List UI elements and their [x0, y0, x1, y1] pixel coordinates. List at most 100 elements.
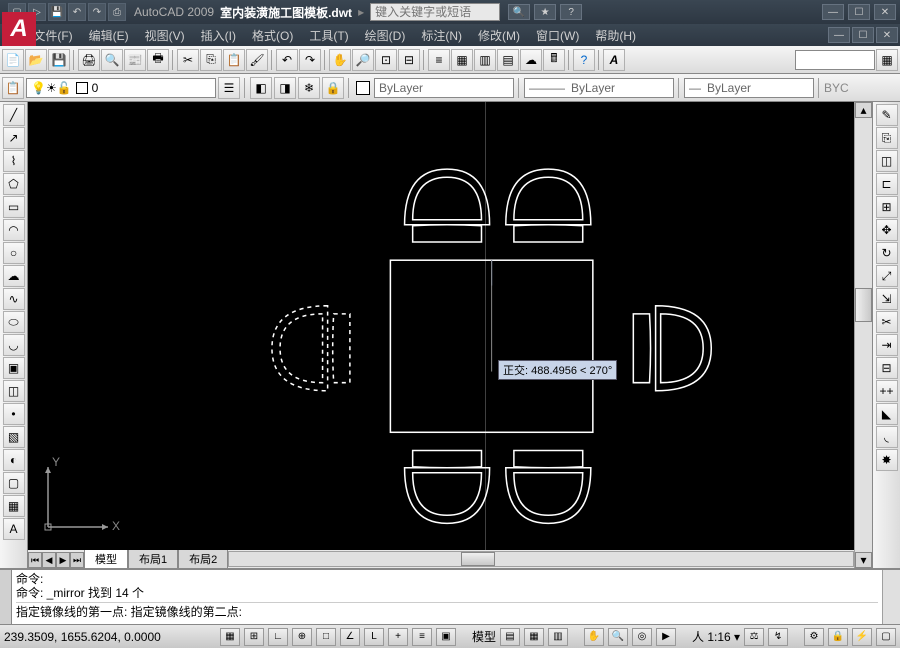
style-combo[interactable] — [795, 50, 875, 70]
h-scroll-thumb[interactable] — [461, 552, 495, 566]
point-icon[interactable]: • — [3, 403, 25, 425]
extend-icon[interactable]: ⇥ — [876, 334, 898, 356]
tb-tool-pal-icon[interactable]: ▥ — [474, 49, 496, 71]
infocenter-icon[interactable]: ★ — [534, 4, 556, 20]
tb-text-style-icon[interactable]: A — [603, 49, 625, 71]
tb-zoom-rt-icon[interactable]: 🔎 — [352, 49, 374, 71]
tb-open-icon[interactable]: 📂 — [25, 49, 47, 71]
menu-edit[interactable]: 编辑(E) — [81, 25, 137, 46]
join-icon[interactable]: ++ — [876, 380, 898, 402]
cmd-grip[interactable] — [0, 570, 12, 624]
layer-mgr-icon[interactable]: 📋 — [2, 77, 24, 99]
model-layout-icon[interactable]: ▤ — [500, 628, 520, 646]
array-icon[interactable]: ⊞ — [876, 196, 898, 218]
menu-insert[interactable]: 插入(I) — [193, 25, 244, 46]
anno-auto-icon[interactable]: ↯ — [768, 628, 788, 646]
v-scroll-thumb[interactable] — [855, 288, 872, 322]
color-combo[interactable]: ByLayer — [374, 78, 514, 98]
line-icon[interactable]: ╱ — [3, 104, 25, 126]
erase-icon[interactable]: ✎ — [876, 104, 898, 126]
maximize-icon[interactable]: ☐ — [848, 4, 870, 20]
tb-save-icon[interactable]: 💾 — [48, 49, 70, 71]
offset-icon[interactable]: ⊏ — [876, 173, 898, 195]
model-space-label[interactable]: 模型 — [472, 628, 496, 645]
clean-screen-icon[interactable]: ▢ — [876, 628, 896, 646]
revcloud-icon[interactable]: ☁ — [3, 265, 25, 287]
explode-icon[interactable]: ✸ — [876, 449, 898, 471]
menu-modify[interactable]: 修改(M) — [470, 25, 528, 46]
tb-table-style-icon[interactable]: ▦ — [876, 49, 898, 71]
snap-toggle[interactable]: ▦ — [220, 628, 240, 646]
scroll-down-icon[interactable]: ▾ — [855, 552, 872, 568]
hatch-icon[interactable]: ▧ — [3, 426, 25, 448]
layer-frz-icon[interactable]: ❄ — [298, 77, 320, 99]
menu-dim[interactable]: 标注(N) — [413, 25, 470, 46]
rect-icon[interactable]: ▭ — [3, 196, 25, 218]
qp-toggle[interactable]: ▣ — [436, 628, 456, 646]
tab-last-icon[interactable]: ⏭ — [70, 552, 84, 568]
menu-window[interactable]: 窗口(W) — [528, 25, 587, 46]
minimize-icon[interactable]: — — [822, 4, 844, 20]
tb-new-icon[interactable]: 📄 — [2, 49, 24, 71]
mtext-icon[interactable]: A — [3, 518, 25, 540]
fillet-icon[interactable]: ◟ — [876, 426, 898, 448]
close-icon[interactable]: ✕ — [874, 4, 896, 20]
block-icon[interactable]: ◫ — [3, 380, 25, 402]
wheel-icon[interactable]: ◎ — [632, 628, 652, 646]
linetype-combo[interactable]: ———ByLayer — [524, 78, 674, 98]
xline-icon[interactable]: ↗ — [3, 127, 25, 149]
stretch-icon[interactable]: ⇲ — [876, 288, 898, 310]
tb-publish-icon[interactable]: 📰 — [124, 49, 146, 71]
tb-print-icon[interactable]: 🖨 — [78, 49, 100, 71]
qview-dwg-icon[interactable]: ▥ — [548, 628, 568, 646]
rotate-icon[interactable]: ↻ — [876, 242, 898, 264]
tb-zoom-win-icon[interactable]: ⊡ — [375, 49, 397, 71]
grid-toggle[interactable]: ⊞ — [244, 628, 264, 646]
h-scrollbar[interactable] — [228, 551, 854, 567]
scale-icon[interactable]: ⤢ — [876, 265, 898, 287]
color-swatch[interactable] — [356, 81, 370, 95]
sub-maximize-icon[interactable]: ☐ — [852, 27, 874, 43]
qview-lay-icon[interactable]: ▦ — [524, 628, 544, 646]
ellipse-icon[interactable]: ⬭ — [3, 311, 25, 333]
anno-scale[interactable]: 人 1:16 ▾ — [692, 628, 740, 645]
ws-switch-icon[interactable]: ⚙ — [804, 628, 824, 646]
tb-pan-icon[interactable]: ✋ — [329, 49, 351, 71]
v-scrollbar[interactable]: ▴ ▾ — [854, 102, 872, 568]
anno-vis-icon[interactable]: ⚖ — [744, 628, 764, 646]
layer-selector[interactable]: 💡 ☀ 🔓 0 — [26, 78, 216, 98]
menu-tools[interactable]: 工具(T) — [301, 25, 356, 46]
circle-icon[interactable]: ○ — [3, 242, 25, 264]
lineweight-combo[interactable]: —ByLayer — [684, 78, 814, 98]
pan2-icon[interactable]: ✋ — [584, 628, 604, 646]
spline-icon[interactable]: ∿ — [3, 288, 25, 310]
menu-view[interactable]: 视图(V) — [137, 25, 193, 46]
layer-prev-icon[interactable]: ☰ — [218, 77, 240, 99]
trim-icon[interactable]: ✂ — [876, 311, 898, 333]
tab-model[interactable]: 模型 — [84, 549, 128, 568]
gradient-icon[interactable]: ◐ — [3, 449, 25, 471]
search-go-icon[interactable]: 🔍 — [508, 4, 530, 20]
osnap-toggle[interactable]: □ — [316, 628, 336, 646]
qat-save-icon[interactable]: 💾 — [48, 3, 66, 21]
scroll-up-icon[interactable]: ▴ — [855, 102, 872, 118]
polar-toggle[interactable]: ⊕ — [292, 628, 312, 646]
qat-undo-icon[interactable]: ↶ — [68, 3, 86, 21]
tab-layout2[interactable]: 布局2 — [178, 549, 228, 568]
copy-obj-icon[interactable]: ⎘ — [876, 127, 898, 149]
mirror-icon[interactable]: ◫ — [876, 150, 898, 172]
insert-icon[interactable]: ▣ — [3, 357, 25, 379]
showmotion-icon[interactable]: ▶ — [656, 628, 676, 646]
zoom2-icon[interactable]: 🔍 — [608, 628, 628, 646]
ortho-toggle[interactable]: ∟ — [268, 628, 288, 646]
layer-off-icon[interactable]: ◨ — [274, 77, 296, 99]
qat-print-icon[interactable]: ⎙ — [108, 3, 126, 21]
command-text[interactable]: 命令: 命令: _mirror 找到 14 个 指定镜像线的第一点: 指定镜像线… — [12, 570, 882, 624]
tb-cut-icon[interactable]: ✂ — [177, 49, 199, 71]
tab-layout1[interactable]: 布局1 — [128, 549, 178, 568]
tb-redo-icon[interactable]: ↷ — [299, 49, 321, 71]
polygon-icon[interactable]: ⬠ — [3, 173, 25, 195]
tb-calc-icon[interactable]: 🖩 — [543, 49, 565, 71]
menu-help[interactable]: 帮助(H) — [587, 25, 644, 46]
drawing-canvas[interactable]: 正交: 488.4956 < 270° X Y — [28, 102, 854, 550]
